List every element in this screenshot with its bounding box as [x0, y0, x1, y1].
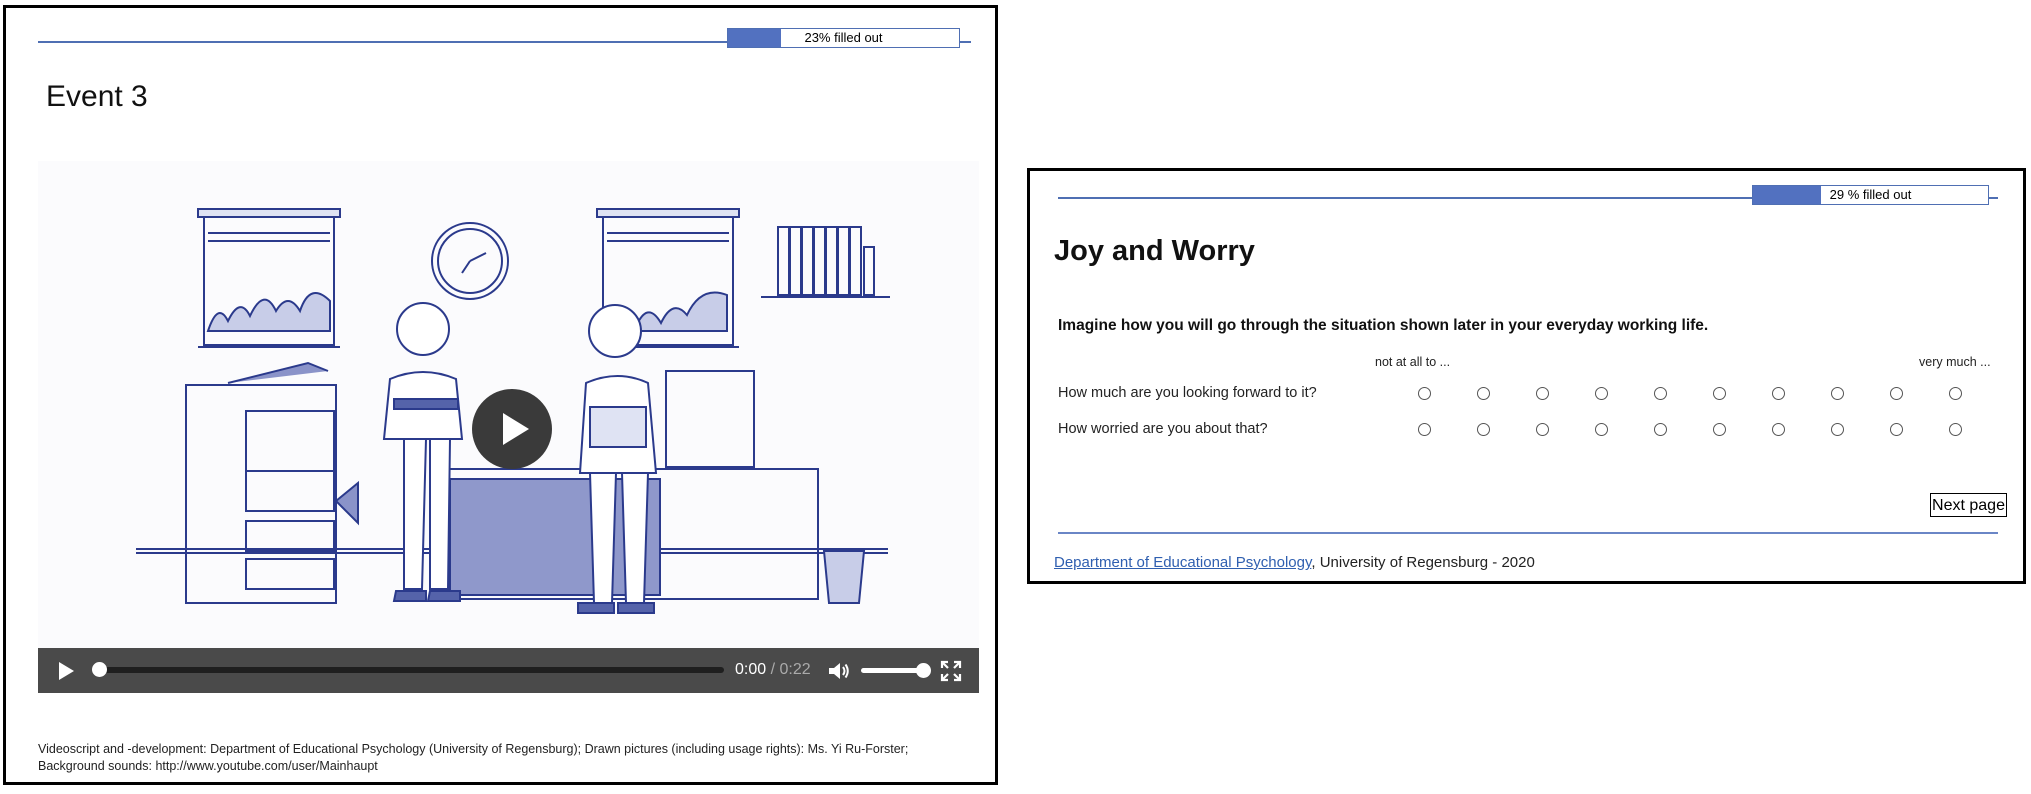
fullscreen-icon: [940, 660, 962, 682]
rating-radio-q1-6[interactable]: [1713, 387, 1726, 400]
play-icon: [503, 413, 529, 445]
video-credits: Videoscript and -development: Department…: [38, 741, 988, 775]
rating-radio-q1-1[interactable]: [1418, 387, 1431, 400]
credits-line-2: Background sounds: http://www.youtube.co…: [38, 759, 378, 773]
credits-line-1: Videoscript and -development: Department…: [38, 742, 909, 756]
progress-label: 29 % filled out: [1829, 187, 1912, 202]
rating-radio-q2-3[interactable]: [1536, 423, 1549, 436]
volume-slider[interactable]: [861, 663, 931, 678]
instruction-text: Imagine how you will go through the situ…: [1058, 317, 1709, 334]
video-controls: 0:00 / 0:22: [38, 648, 979, 693]
rating-radio-q2-6[interactable]: [1713, 423, 1726, 436]
play-icon: [59, 662, 74, 680]
department-link[interactable]: Department of Educational Psychology: [1054, 554, 1311, 571]
time-separator: /: [770, 661, 776, 678]
play-button[interactable]: [56, 660, 76, 682]
rating-radio-q2-2[interactable]: [1477, 423, 1490, 436]
rating-radio-q1-4[interactable]: [1595, 387, 1608, 400]
progress-bar: 29 % filled out: [1752, 185, 1989, 205]
volume-icon: [829, 663, 849, 679]
rating-radio-q1-3[interactable]: [1536, 387, 1549, 400]
next-page-button[interactable]: Next page: [1930, 493, 2007, 517]
fullscreen-button[interactable]: [940, 660, 962, 682]
page-title: Joy and Worry: [1054, 235, 1255, 267]
rating-radio-q2-1[interactable]: [1418, 423, 1431, 436]
rating-radio-q2-10[interactable]: [1949, 423, 1962, 436]
volume-handle[interactable]: [916, 663, 931, 678]
page-title: Event 3: [46, 80, 148, 113]
rating-radio-q1-2[interactable]: [1477, 387, 1490, 400]
questionnaire-page-panel: 29 % filled out Joy and Worry Imagine ho…: [1027, 168, 2026, 584]
rating-radio-q2-8[interactable]: [1831, 423, 1844, 436]
progress-bar: 23% filled out: [727, 28, 960, 48]
rating-radio-q2-7[interactable]: [1772, 423, 1785, 436]
scale-low-label: not at all to ...: [1375, 355, 1451, 369]
event-page-panel: 23% filled out Event 3 0:00 / 0:22 Video…: [3, 5, 998, 785]
question-label-worry: How worried are you about that?: [1058, 421, 1268, 437]
rating-radio-q2-4[interactable]: [1595, 423, 1608, 436]
rating-radio-q2-9[interactable]: [1890, 423, 1903, 436]
seek-handle[interactable]: [92, 662, 107, 677]
duration: 0:22: [779, 661, 811, 678]
rating-radio-q1-7[interactable]: [1772, 387, 1785, 400]
time-display: 0:00 / 0:22: [735, 661, 811, 679]
rating-radio-q1-9[interactable]: [1890, 387, 1903, 400]
seek-bar[interactable]: [92, 662, 724, 677]
footer-rule: [1058, 532, 1998, 534]
video-player[interactable]: 0:00 / 0:22: [38, 161, 979, 693]
video-frame-illustration[interactable]: [38, 161, 979, 648]
rating-radio-q2-5[interactable]: [1654, 423, 1667, 436]
current-time: 0:00: [735, 661, 767, 678]
footer: Department of Educational Psychology, Un…: [1054, 554, 1535, 571]
scale-high-label: very much ...: [1919, 355, 1991, 369]
rating-radio-q1-5[interactable]: [1654, 387, 1667, 400]
progress-label: 23% filled out: [804, 30, 883, 45]
footer-text: , University of Regensburg - 2020: [1311, 554, 1535, 571]
question-label-joy: How much are you looking forward to it?: [1058, 385, 1317, 401]
big-play-button[interactable]: [472, 389, 552, 469]
mute-button[interactable]: [827, 660, 851, 682]
rating-radio-q1-8[interactable]: [1831, 387, 1844, 400]
rating-radio-q1-10[interactable]: [1949, 387, 1962, 400]
